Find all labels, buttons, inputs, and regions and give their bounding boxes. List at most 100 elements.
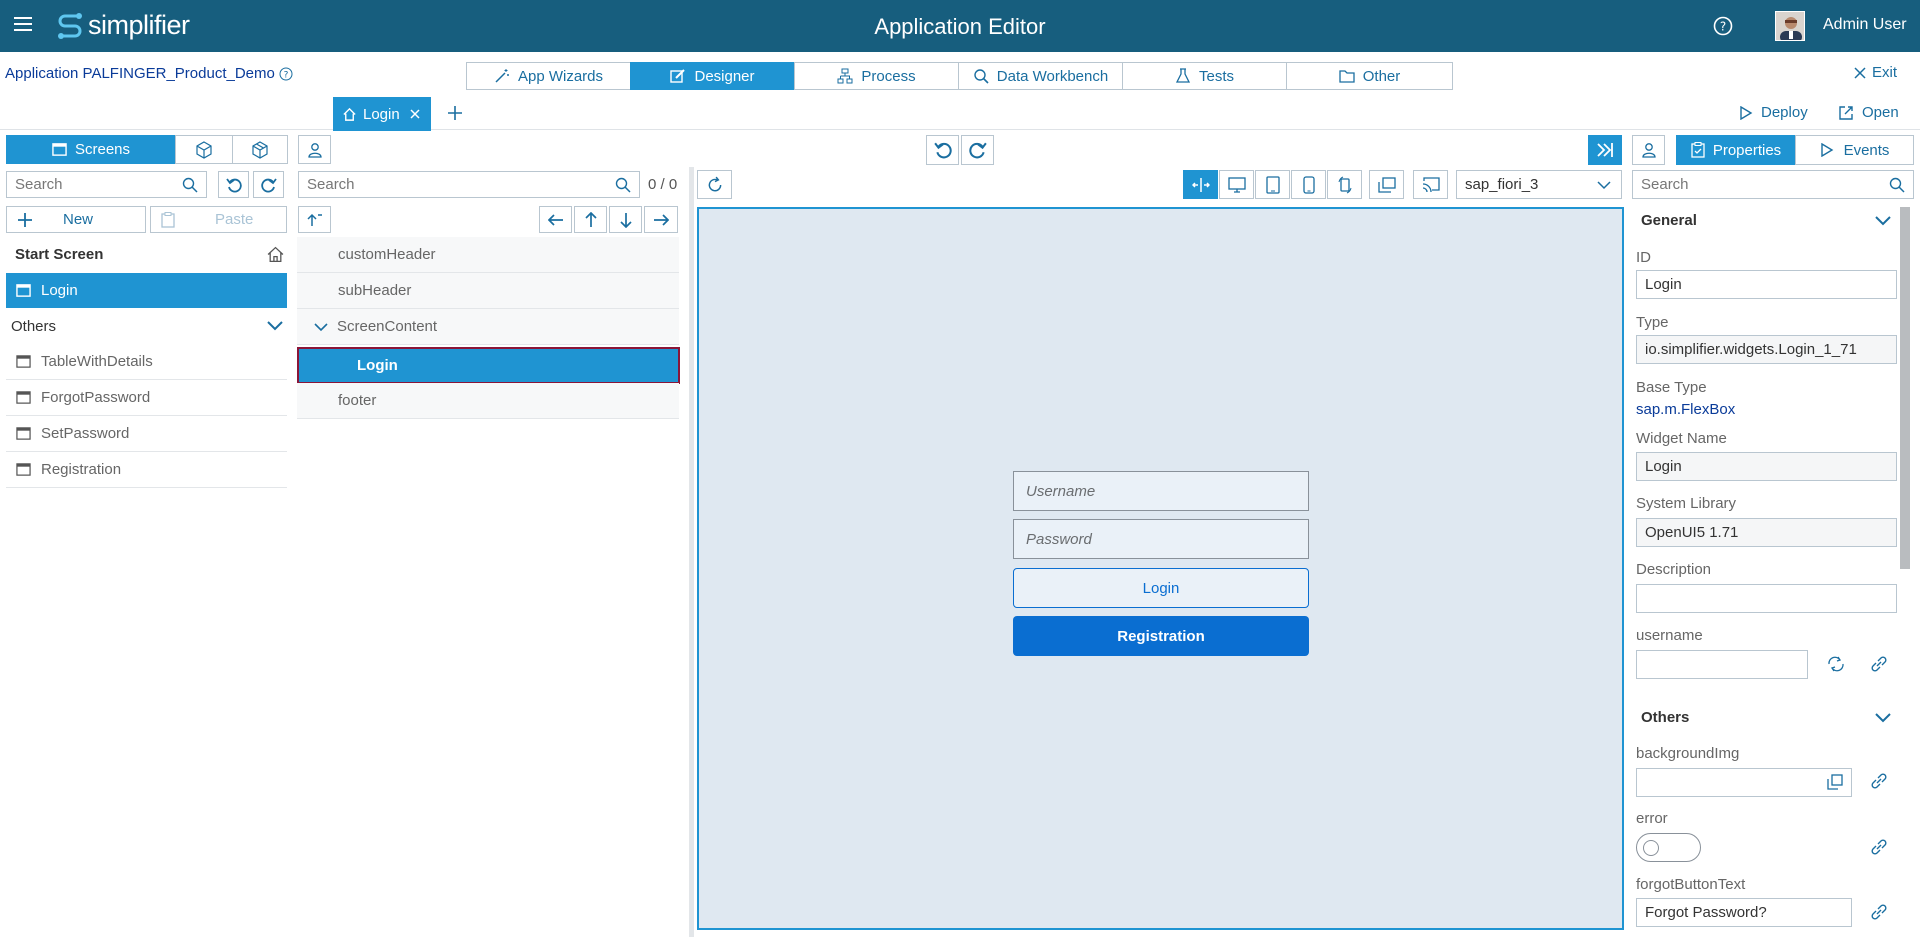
- search-icon: [1889, 177, 1905, 193]
- id-field[interactable]: Login: [1636, 270, 1897, 299]
- redo-button[interactable]: [253, 171, 284, 198]
- open-dialog-icon[interactable]: [1827, 774, 1843, 790]
- home-icon[interactable]: [267, 246, 284, 263]
- screen-item[interactable]: Registration: [6, 452, 287, 488]
- properties-scrollbar[interactable]: [1900, 207, 1910, 569]
- start-screen-item-login[interactable]: Login: [6, 273, 287, 308]
- user-settings-button[interactable]: [1632, 135, 1665, 165]
- tree-item-screencontent[interactable]: ScreenContent: [297, 309, 679, 345]
- screen-icon: [16, 283, 31, 298]
- move-right-button[interactable]: [644, 206, 678, 233]
- description-field[interactable]: [1636, 584, 1897, 613]
- rotate-view-button[interactable]: [1327, 170, 1362, 199]
- tree-item-footer[interactable]: footer: [297, 383, 679, 419]
- screen-item[interactable]: SetPassword: [6, 416, 287, 452]
- new-screen-button[interactable]: New: [6, 206, 146, 233]
- chevron-down-icon[interactable]: [1875, 215, 1891, 227]
- refresh-button[interactable]: [697, 170, 732, 199]
- undo-button[interactable]: [218, 171, 249, 198]
- move-left-button[interactable]: [539, 206, 572, 233]
- process-icon: [837, 68, 853, 84]
- username-input[interactable]: Username: [1013, 471, 1309, 511]
- screens-tab[interactable]: Screens: [6, 135, 176, 164]
- move-down-button[interactable]: [609, 206, 642, 233]
- password-input[interactable]: Password: [1013, 519, 1309, 559]
- design-canvas[interactable]: Username Password Login Registration: [697, 207, 1624, 930]
- tab-other[interactable]: Other: [1286, 62, 1453, 90]
- tablet-view-button[interactable]: [1255, 170, 1290, 199]
- user-name[interactable]: Admin User: [1823, 16, 1907, 34]
- application-name: Application PALFINGER_Product_Demo: [5, 65, 275, 82]
- desktop-view-button[interactable]: [1219, 170, 1254, 199]
- tab-app-wizards[interactable]: App Wizards: [466, 62, 631, 90]
- tab-designer[interactable]: Designer: [630, 62, 795, 90]
- tree-item-login-selected[interactable]: Login: [297, 347, 680, 384]
- avatar[interactable]: [1775, 11, 1805, 41]
- refresh-icon: [706, 176, 724, 194]
- clipboard-icon: [1691, 142, 1705, 158]
- modules-tab[interactable]: [232, 135, 288, 164]
- components-tab[interactable]: [175, 135, 233, 164]
- registration-button[interactable]: Registration: [1013, 616, 1309, 656]
- undo-icon: [933, 141, 952, 159]
- undo-button[interactable]: [926, 135, 959, 165]
- play-icon: [1739, 105, 1753, 120]
- info-icon[interactable]: ?: [279, 67, 293, 81]
- refresh-binding-icon[interactable]: [1826, 655, 1846, 675]
- type-field[interactable]: io.simplifier.widgets.Login_1_71: [1636, 335, 1897, 364]
- error-toggle[interactable]: [1636, 833, 1701, 862]
- widget-name-field[interactable]: Login: [1636, 452, 1897, 481]
- forgotbuttontext-field[interactable]: Forgot Password?: [1636, 898, 1852, 927]
- tab-tests[interactable]: Tests: [1122, 62, 1287, 90]
- deploy-button[interactable]: Deploy: [1739, 104, 1808, 121]
- tab-data-workbench[interactable]: Data Workbench: [958, 62, 1123, 90]
- plus-icon: [17, 212, 33, 228]
- tree-item-subheader[interactable]: subHeader: [297, 273, 679, 309]
- chevron-down-icon[interactable]: [1875, 712, 1891, 724]
- overlay-button[interactable]: [1369, 170, 1404, 199]
- user-settings-button[interactable]: [298, 135, 331, 164]
- cast-button[interactable]: [1413, 170, 1448, 199]
- screen-item[interactable]: ForgotPassword: [6, 380, 287, 416]
- link-icon[interactable]: [1870, 903, 1890, 923]
- fit-width-button[interactable]: [1183, 170, 1218, 199]
- data-icon: [973, 68, 989, 84]
- chevron-down-icon[interactable]: [314, 322, 328, 332]
- close-tab-icon[interactable]: [410, 109, 420, 119]
- tab-process[interactable]: Process: [794, 62, 959, 90]
- backgroundimg-field[interactable]: [1636, 768, 1852, 797]
- username-field[interactable]: [1636, 650, 1808, 679]
- theme-select[interactable]: sap_fiori_3: [1456, 170, 1622, 199]
- collapse-panel-button[interactable]: [1588, 135, 1622, 165]
- window-icon: [52, 142, 67, 157]
- base-type-link[interactable]: sap.m.FlexBox: [1636, 401, 1735, 418]
- tree-search-input[interactable]: Search: [298, 171, 640, 198]
- chevron-down-icon[interactable]: [267, 320, 283, 332]
- system-library-field[interactable]: OpenUI5 1.71: [1636, 518, 1897, 547]
- redo-button[interactable]: [961, 135, 994, 165]
- link-icon[interactable]: [1870, 655, 1890, 675]
- phone-view-button[interactable]: [1291, 170, 1326, 199]
- tree-item-customheader[interactable]: customHeader: [297, 237, 679, 273]
- svg-text:?: ?: [1720, 20, 1726, 34]
- open-button[interactable]: Open: [1838, 104, 1899, 121]
- link-icon[interactable]: [1870, 772, 1890, 792]
- help-icon[interactable]: ?: [1713, 16, 1733, 36]
- panel-splitter[interactable]: [689, 167, 694, 937]
- properties-tab[interactable]: Properties: [1676, 135, 1796, 165]
- events-tab[interactable]: Events: [1795, 135, 1914, 165]
- paste-button[interactable]: Paste: [150, 206, 287, 233]
- collapse-button[interactable]: [298, 206, 331, 233]
- base-type-label: Base Type: [1636, 379, 1707, 396]
- exit-button[interactable]: Exit: [1854, 64, 1897, 81]
- login-button[interactable]: Login: [1013, 568, 1309, 608]
- screen-search-input[interactable]: Search: [6, 171, 207, 198]
- widget-name-label: Widget Name: [1636, 430, 1727, 447]
- username-label: username: [1636, 627, 1703, 644]
- add-tab-icon[interactable]: [447, 105, 463, 121]
- properties-search-input[interactable]: Search: [1632, 170, 1914, 199]
- screen-item[interactable]: TableWithDetails: [6, 344, 287, 380]
- doc-tab-login[interactable]: Login: [333, 97, 431, 131]
- move-up-button[interactable]: [574, 206, 607, 233]
- link-icon[interactable]: [1870, 838, 1890, 858]
